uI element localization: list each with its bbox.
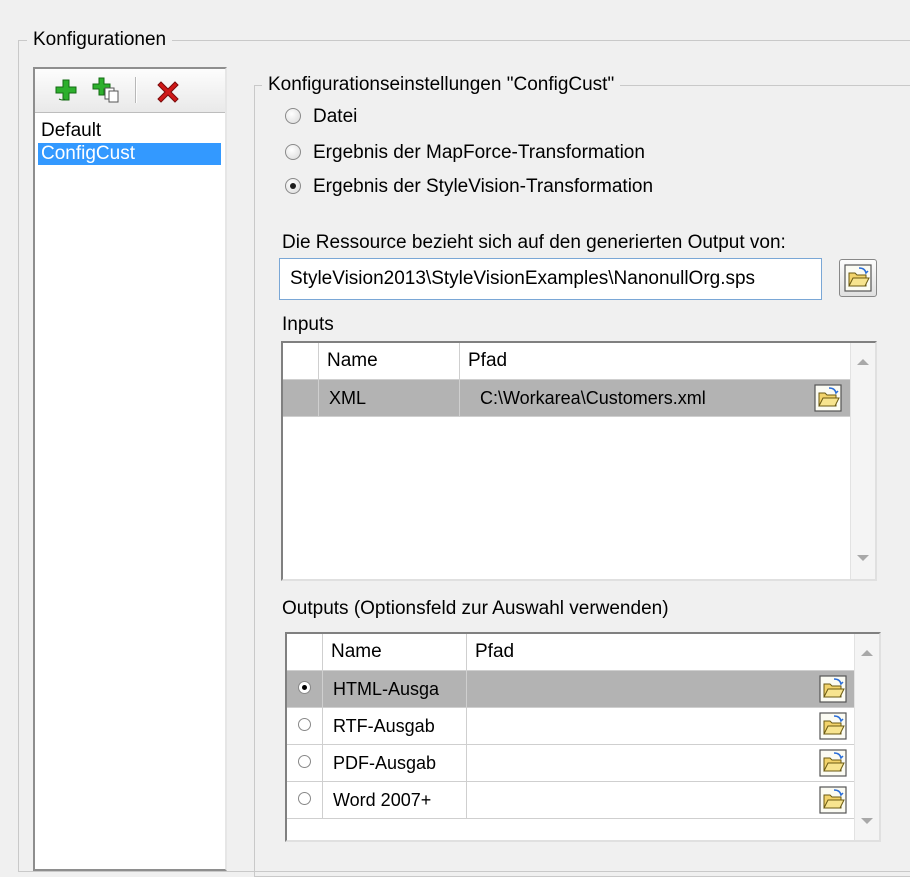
output-radio[interactable]: [298, 718, 311, 731]
folder-icon: [844, 264, 872, 292]
radio-button[interactable]: [285, 108, 301, 124]
row-selector-header: [283, 343, 319, 379]
scroll-down-arrow[interactable]: [857, 555, 869, 561]
folder-icon[interactable]: [819, 786, 847, 814]
config-toolbar: [35, 69, 225, 113]
settings-title: Konfigurationseinstellungen "ConfigCust": [262, 74, 621, 96]
outputs-label: Outputs (Optionsfeld zur Auswahl verwend…: [282, 598, 669, 619]
output-radio[interactable]: [298, 792, 311, 805]
inputs-label: Inputs: [282, 314, 334, 335]
output-name-cell[interactable]: Word 2007+: [323, 782, 467, 818]
resource-label: Die Ressource bezieht sich auf den gener…: [282, 232, 786, 253]
column-header-name[interactable]: Name: [319, 343, 460, 379]
folder-icon[interactable]: [819, 675, 847, 703]
table-row[interactable]: Word 2007+: [287, 782, 855, 819]
output-path-cell[interactable]: [467, 708, 855, 744]
output-name-cell[interactable]: HTML-Ausga: [323, 671, 467, 707]
konfigurationen-title: Konfigurationen: [27, 29, 173, 51]
output-name-cell[interactable]: RTF-Ausgab: [323, 708, 467, 744]
row-selector[interactable]: [287, 745, 323, 781]
radio-button-checked[interactable]: [285, 178, 301, 194]
output-path-cell[interactable]: [467, 671, 855, 707]
outputs-scrollbar[interactable]: [854, 634, 879, 840]
browse-resource-button[interactable]: [839, 259, 877, 297]
folder-icon[interactable]: [819, 712, 847, 740]
table-row[interactable]: PDF-Ausgab: [287, 745, 855, 782]
row-selector[interactable]: [287, 708, 323, 744]
add-copy-icon[interactable]: [91, 75, 121, 105]
config-item-default[interactable]: Default: [38, 120, 221, 142]
output-name-cell[interactable]: PDF-Ausgab: [323, 745, 467, 781]
row-selector[interactable]: [283, 380, 319, 416]
add-plus-icon[interactable]: [51, 75, 81, 105]
input-name-cell[interactable]: XML: [319, 380, 460, 416]
column-header-pfad[interactable]: Pfad: [467, 634, 855, 670]
resource-input[interactable]: [279, 258, 822, 300]
config-item-configcust[interactable]: ConfigCust: [38, 143, 221, 165]
scroll-down-arrow[interactable]: [861, 818, 873, 824]
input-path-cell[interactable]: C:\Workarea\Customers.xml: [460, 380, 851, 416]
output-path-cell[interactable]: [467, 745, 855, 781]
radio-button[interactable]: [285, 144, 301, 160]
row-selector[interactable]: [287, 671, 323, 707]
column-header-pfad[interactable]: Pfad: [460, 343, 851, 379]
table-row[interactable]: HTML-Ausga: [287, 671, 855, 708]
row-selector-header: [287, 634, 323, 670]
inputs-header: Name Pfad: [283, 343, 851, 380]
delete-x-icon[interactable]: [153, 75, 183, 105]
output-path-cell[interactable]: [467, 782, 855, 818]
row-selector[interactable]: [287, 782, 323, 818]
scroll-up-arrow[interactable]: [857, 359, 869, 365]
column-header-name[interactable]: Name: [323, 634, 467, 670]
folder-icon[interactable]: [819, 749, 847, 777]
table-row[interactable]: XML C:\Workarea\Customers.xml: [283, 380, 851, 417]
config-list-panel: Default ConfigCust: [33, 67, 227, 871]
inputs-grid: Name Pfad XML C:\Workarea\Customers.xml: [281, 341, 877, 581]
folder-icon[interactable]: [814, 384, 842, 412]
scroll-up-arrow[interactable]: [861, 650, 873, 656]
table-row[interactable]: RTF-Ausgab: [287, 708, 855, 745]
inputs-scrollbar[interactable]: [850, 343, 875, 579]
output-radio[interactable]: [298, 755, 311, 768]
output-radio-checked[interactable]: [298, 681, 311, 694]
outputs-grid: Name Pfad HTML-Ausga RTF-Ausgab PDF-Ausg…: [285, 632, 881, 842]
outputs-header: Name Pfad: [287, 634, 855, 671]
toolbar-separator: [135, 77, 136, 103]
